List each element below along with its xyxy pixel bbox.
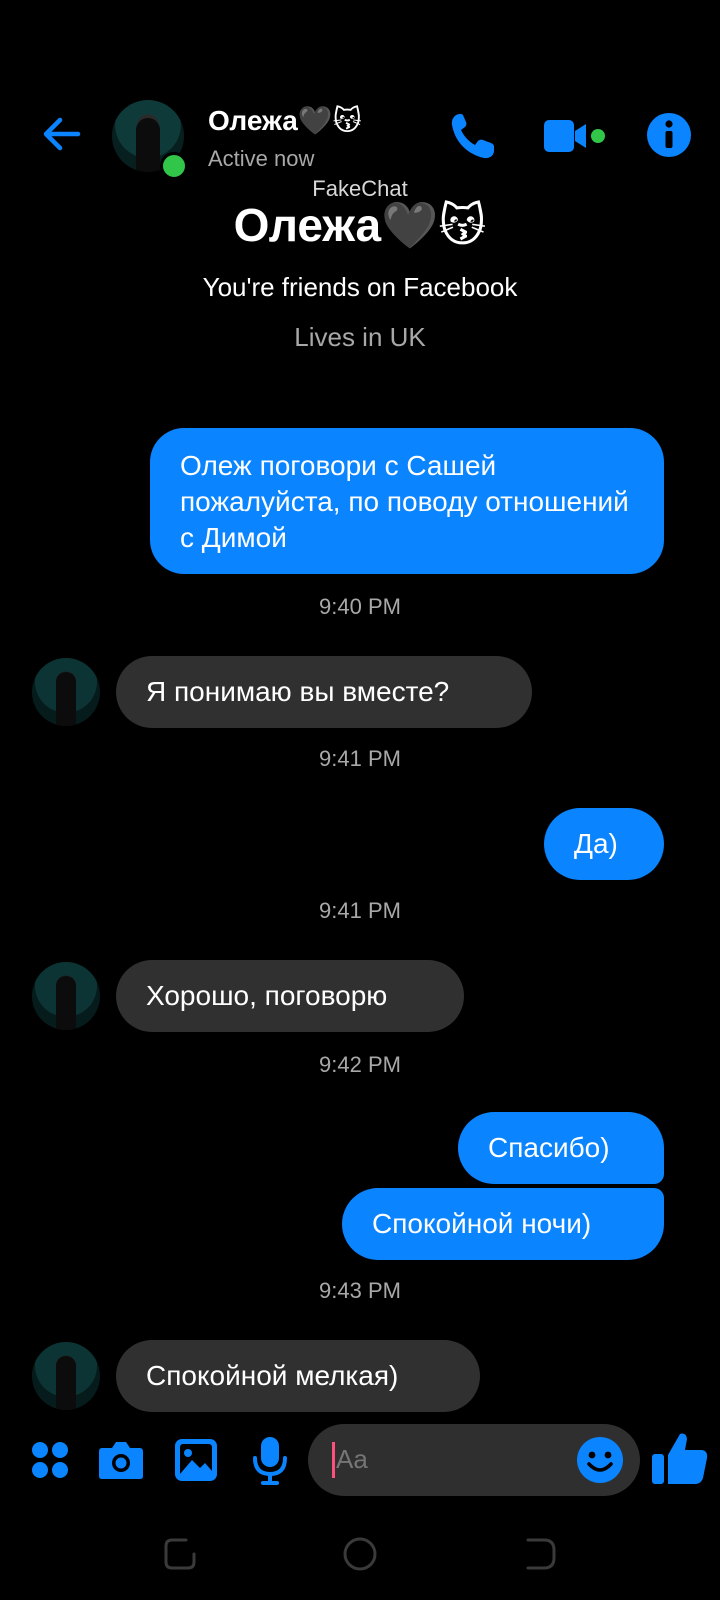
timestamp: 9:42 PM bbox=[319, 1052, 401, 1077]
incoming-message[interactable]: Я понимаю вы вместе? bbox=[116, 656, 532, 728]
message-input[interactable] bbox=[336, 1444, 536, 1475]
microphone-icon bbox=[253, 1437, 287, 1485]
info-button[interactable] bbox=[646, 112, 692, 158]
incoming-message[interactable]: Спокойной мелкая) bbox=[116, 1340, 480, 1412]
home-icon bbox=[343, 1537, 377, 1571]
outgoing-message[interactable]: Спасибо) bbox=[458, 1112, 664, 1184]
nav-back-icon bbox=[526, 1538, 556, 1570]
thumbs-up-icon bbox=[652, 1433, 708, 1484]
contact-avatar-small[interactable] bbox=[32, 1342, 100, 1410]
gallery-button[interactable] bbox=[174, 1438, 218, 1482]
timestamp: 9:41 PM bbox=[319, 898, 401, 923]
outgoing-message[interactable]: Да) bbox=[544, 808, 664, 880]
back-arrow-icon bbox=[43, 117, 81, 151]
recents-icon bbox=[164, 1538, 196, 1570]
camera-button[interactable] bbox=[98, 1438, 144, 1480]
emoji-icon bbox=[577, 1437, 623, 1483]
apps-button[interactable] bbox=[30, 1440, 70, 1480]
image-icon bbox=[175, 1439, 217, 1481]
location-note: Lives in UK bbox=[294, 322, 426, 352]
outgoing-message[interactable]: Спокойной ночи) bbox=[342, 1188, 664, 1260]
outgoing-message[interactable]: Олеж поговори с Сашей пожалуйста, по пов… bbox=[150, 428, 664, 574]
apps-grid-icon bbox=[32, 1442, 68, 1478]
camera-icon bbox=[99, 1442, 143, 1479]
emoji-button[interactable] bbox=[576, 1436, 624, 1484]
recents-button[interactable] bbox=[162, 1536, 198, 1572]
phone-icon bbox=[451, 114, 494, 159]
timestamp: 9:41 PM bbox=[319, 746, 401, 771]
incoming-message[interactable]: Хорошо, поговорю bbox=[116, 960, 464, 1032]
timestamp: 9:43 PM bbox=[319, 1278, 401, 1303]
video-call-button[interactable] bbox=[544, 118, 606, 154]
active-status: Active now bbox=[208, 146, 315, 171]
like-button[interactable] bbox=[650, 1428, 710, 1488]
voice-button[interactable] bbox=[252, 1436, 288, 1486]
info-icon bbox=[647, 113, 691, 157]
friends-note: You're friends on Facebook bbox=[202, 272, 518, 302]
back-button[interactable] bbox=[38, 110, 86, 158]
text-caret bbox=[332, 1442, 335, 1478]
home-button[interactable] bbox=[342, 1536, 378, 1572]
call-button[interactable] bbox=[448, 110, 496, 162]
profile-name: Олежа🖤😽 bbox=[233, 199, 487, 251]
back-nav-button[interactable] bbox=[522, 1536, 558, 1572]
contact-name[interactable]: Олежа🖤😽 bbox=[208, 104, 362, 137]
video-camera-icon bbox=[544, 120, 605, 152]
contact-avatar-small[interactable] bbox=[32, 962, 100, 1030]
contact-avatar-small[interactable] bbox=[32, 658, 100, 726]
timestamp: 9:40 PM bbox=[319, 594, 401, 619]
